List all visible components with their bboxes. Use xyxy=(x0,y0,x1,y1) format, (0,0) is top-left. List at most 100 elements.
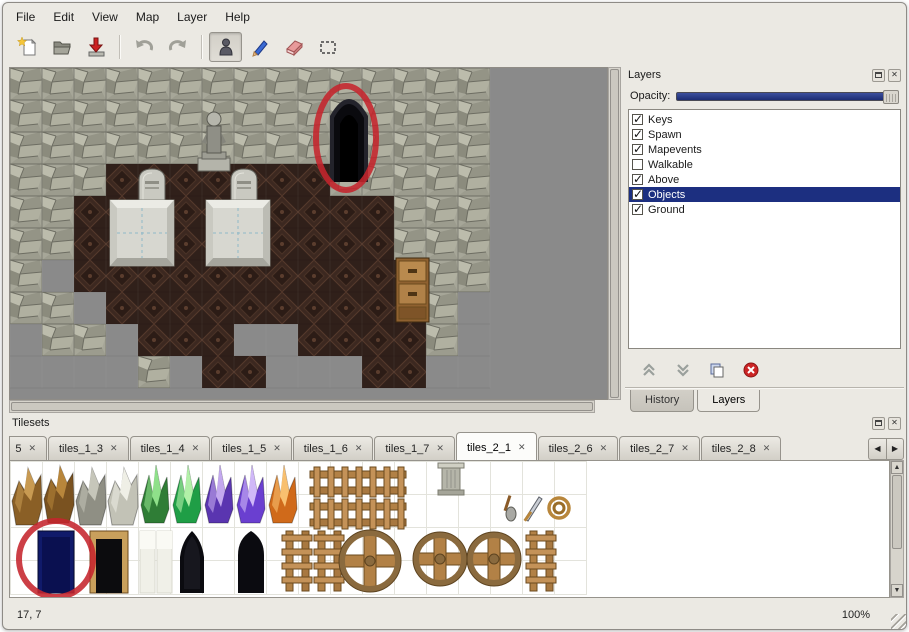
undo-button[interactable] xyxy=(127,32,160,62)
orange-crystal-tile[interactable] xyxy=(269,465,297,523)
layer-row-mapevents[interactable]: Mapevents xyxy=(629,142,900,157)
layer-visibility-checkbox[interactable] xyxy=(632,159,643,170)
wood-track-tile[interactable] xyxy=(310,467,406,497)
green-crystal-tile[interactable] xyxy=(141,465,169,523)
opacity-slider-handle[interactable] xyxy=(883,90,899,104)
pale-tile[interactable] xyxy=(157,531,172,593)
scroll-down-icon[interactable]: ▼ xyxy=(891,584,903,597)
layer-duplicate-button[interactable] xyxy=(705,360,729,380)
layer-row-keys[interactable]: Keys xyxy=(629,112,900,127)
tileset-vertical-scrollbar[interactable]: ▲ ▼ xyxy=(890,460,904,598)
wheel-tile[interactable] xyxy=(467,532,521,586)
layer-delete-button[interactable] xyxy=(739,360,763,380)
fill-tool-button[interactable] xyxy=(243,32,276,62)
layer-visibility-checkbox[interactable] xyxy=(632,189,643,200)
map-canvas[interactable] xyxy=(9,67,608,400)
tileset-tab[interactable]: tiles_2_8✕ xyxy=(701,436,782,460)
layer-visibility-checkbox[interactable] xyxy=(632,144,643,155)
tileset-tab[interactable]: tiles_1_7✕ xyxy=(374,436,455,460)
green-crystal-tile[interactable] xyxy=(173,465,201,523)
tilesets-panel-title: Tilesets xyxy=(12,417,869,429)
close-tab-icon[interactable]: ✕ xyxy=(273,444,281,453)
layer-row-above[interactable]: Above xyxy=(629,172,900,187)
eraser-tool-button[interactable] xyxy=(277,32,310,62)
white-rock-tile[interactable] xyxy=(108,468,138,525)
close-tab-icon[interactable]: ✕ xyxy=(192,444,200,453)
shovel-tile[interactable] xyxy=(504,495,516,521)
tileset-tab[interactable]: 5✕ xyxy=(9,436,47,460)
float-panel-icon[interactable] xyxy=(872,417,885,430)
redo-button[interactable] xyxy=(161,32,194,62)
open-button[interactable] xyxy=(45,32,78,62)
purple-crystal-tile[interactable] xyxy=(237,465,265,523)
new-button[interactable] xyxy=(11,32,44,62)
dark-hood-tile[interactable] xyxy=(180,531,204,593)
map-vertical-scrollbar[interactable] xyxy=(608,67,621,400)
resize-grip[interactable] xyxy=(891,614,906,629)
wheel-tile[interactable] xyxy=(413,532,467,586)
close-tab-icon[interactable]: ✕ xyxy=(355,444,363,453)
purple-crystal-tile[interactable] xyxy=(205,465,233,523)
whip-tile[interactable] xyxy=(549,498,569,518)
column-tile[interactable] xyxy=(438,463,464,495)
layer-row-ground[interactable]: Ground xyxy=(629,202,900,217)
tileset-tab[interactable]: tiles_2_6✕ xyxy=(538,436,619,460)
scroll-tabs-right-button[interactable]: ▶ xyxy=(886,438,904,460)
opacity-slider[interactable] xyxy=(676,92,899,101)
close-tab-icon[interactable]: ✕ xyxy=(28,444,36,453)
sword-tile[interactable] xyxy=(523,497,542,522)
pale-tile[interactable] xyxy=(140,531,155,593)
close-tab-icon[interactable]: ✕ xyxy=(763,444,771,453)
tileset-tab[interactable]: tiles_1_5✕ xyxy=(211,436,292,460)
tileset-tab[interactable]: tiles_1_3✕ xyxy=(48,436,129,460)
brown-rock-tile[interactable] xyxy=(12,468,42,525)
close-tab-icon[interactable]: ✕ xyxy=(110,444,118,453)
layer-visibility-checkbox[interactable] xyxy=(632,204,643,215)
tileset-view[interactable] xyxy=(9,460,890,598)
close-panel-icon[interactable]: ✕ xyxy=(888,69,901,82)
layer-up-button[interactable] xyxy=(637,360,661,380)
dark-arch-tile[interactable] xyxy=(238,531,264,593)
scroll-tabs-left-button[interactable]: ◀ xyxy=(868,438,886,460)
gray-rock-tile[interactable] xyxy=(76,468,106,525)
menu-view[interactable]: View xyxy=(83,7,127,27)
close-tab-icon[interactable]: ✕ xyxy=(681,444,689,453)
tileset-tab[interactable]: tiles_1_4✕ xyxy=(130,436,211,460)
tab-history[interactable]: History xyxy=(630,390,694,412)
close-tab-icon[interactable]: ✕ xyxy=(600,444,608,453)
close-tab-icon[interactable]: ✕ xyxy=(436,444,444,453)
menu-file[interactable]: File xyxy=(7,7,44,27)
map-hscroll-thumb[interactable] xyxy=(11,402,593,411)
menu-layer[interactable]: Layer xyxy=(168,7,216,27)
layer-visibility-checkbox[interactable] xyxy=(632,174,643,185)
layer-row-objects[interactable]: Objects xyxy=(629,187,900,202)
close-panel-icon[interactable]: ✕ xyxy=(888,417,901,430)
float-panel-icon[interactable] xyxy=(872,69,885,82)
tileset-tab[interactable]: tiles_2_7✕ xyxy=(619,436,700,460)
tileset-tab-label: tiles_2_1 xyxy=(467,442,511,454)
tileset-vscroll-thumb[interactable] xyxy=(892,475,902,549)
tab-scroll-arrows: ◀ ▶ xyxy=(868,437,904,460)
scroll-up-icon[interactable]: ▲ xyxy=(891,461,903,474)
wheel-tile[interactable] xyxy=(339,530,401,592)
menu-help[interactable]: Help xyxy=(216,7,259,27)
select-tool-button[interactable] xyxy=(311,32,344,62)
tab-layers[interactable]: Layers xyxy=(697,390,760,412)
tileset-tab[interactable]: tiles_1_6✕ xyxy=(293,436,374,460)
close-tab-icon[interactable]: ✕ xyxy=(518,443,526,452)
tileset-tab-active[interactable]: tiles_2_1 ✕ xyxy=(456,432,537,460)
layer-row-walkable[interactable]: Walkable xyxy=(629,157,900,172)
layer-visibility-checkbox[interactable] xyxy=(632,129,643,140)
layer-row-spawn[interactable]: Spawn xyxy=(629,127,900,142)
map-horizontal-scrollbar[interactable] xyxy=(9,400,595,413)
save-button[interactable] xyxy=(79,32,112,62)
layer-visibility-checkbox[interactable] xyxy=(632,114,643,125)
layer-down-button[interactable] xyxy=(671,360,695,380)
map-vscroll-thumb[interactable] xyxy=(610,69,619,398)
stamp-tool-button[interactable] xyxy=(209,32,242,62)
wood-track-tile[interactable] xyxy=(310,499,406,529)
menu-edit[interactable]: Edit xyxy=(44,7,83,27)
brown-rock-tile[interactable] xyxy=(44,466,74,523)
blue-door-tile[interactable] xyxy=(38,531,74,593)
menu-map[interactable]: Map xyxy=(127,7,168,27)
